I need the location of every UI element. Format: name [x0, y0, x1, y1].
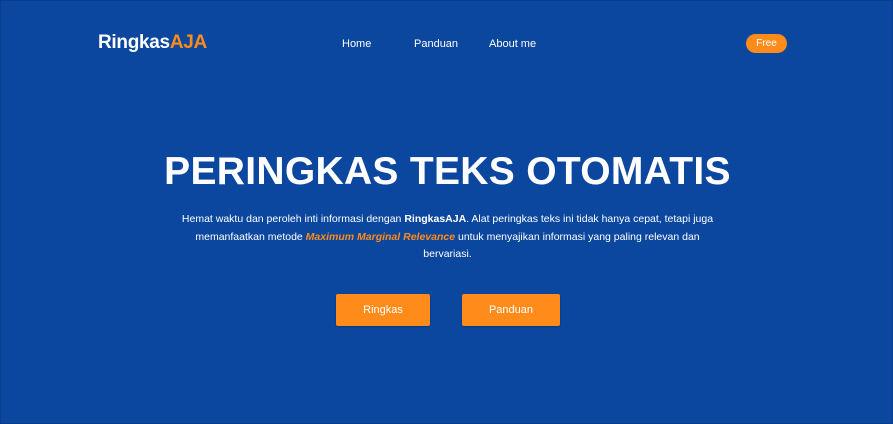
nav-link-panduan[interactable]: Panduan — [414, 36, 458, 52]
page-background: RingkasAJA Home Panduan About me Free PE… — [0, 0, 893, 424]
nav-link-about-me[interactable]: About me — [489, 36, 536, 52]
panduan-button[interactable]: Panduan — [462, 294, 560, 326]
hero-desc-part3: untuk menyajikan informasi yang paling r… — [423, 230, 700, 261]
hero-desc-method: Maximum Marginal Relevance — [305, 230, 456, 243]
hero-desc-part1: Hemat waktu dan peroleh inti informasi d… — [181, 213, 405, 225]
free-badge[interactable]: Free — [746, 34, 787, 53]
hero-desc-brand: RingkasAJA — [404, 213, 467, 225]
hero-title: PERINGKAS TEKS OTOMATIS — [164, 150, 731, 193]
nav-link-home[interactable]: Home — [342, 36, 371, 52]
ringkas-button[interactable]: Ringkas — [336, 294, 430, 326]
hero-description: Hemat waktu dan peroleh inti informasi d… — [177, 211, 718, 264]
